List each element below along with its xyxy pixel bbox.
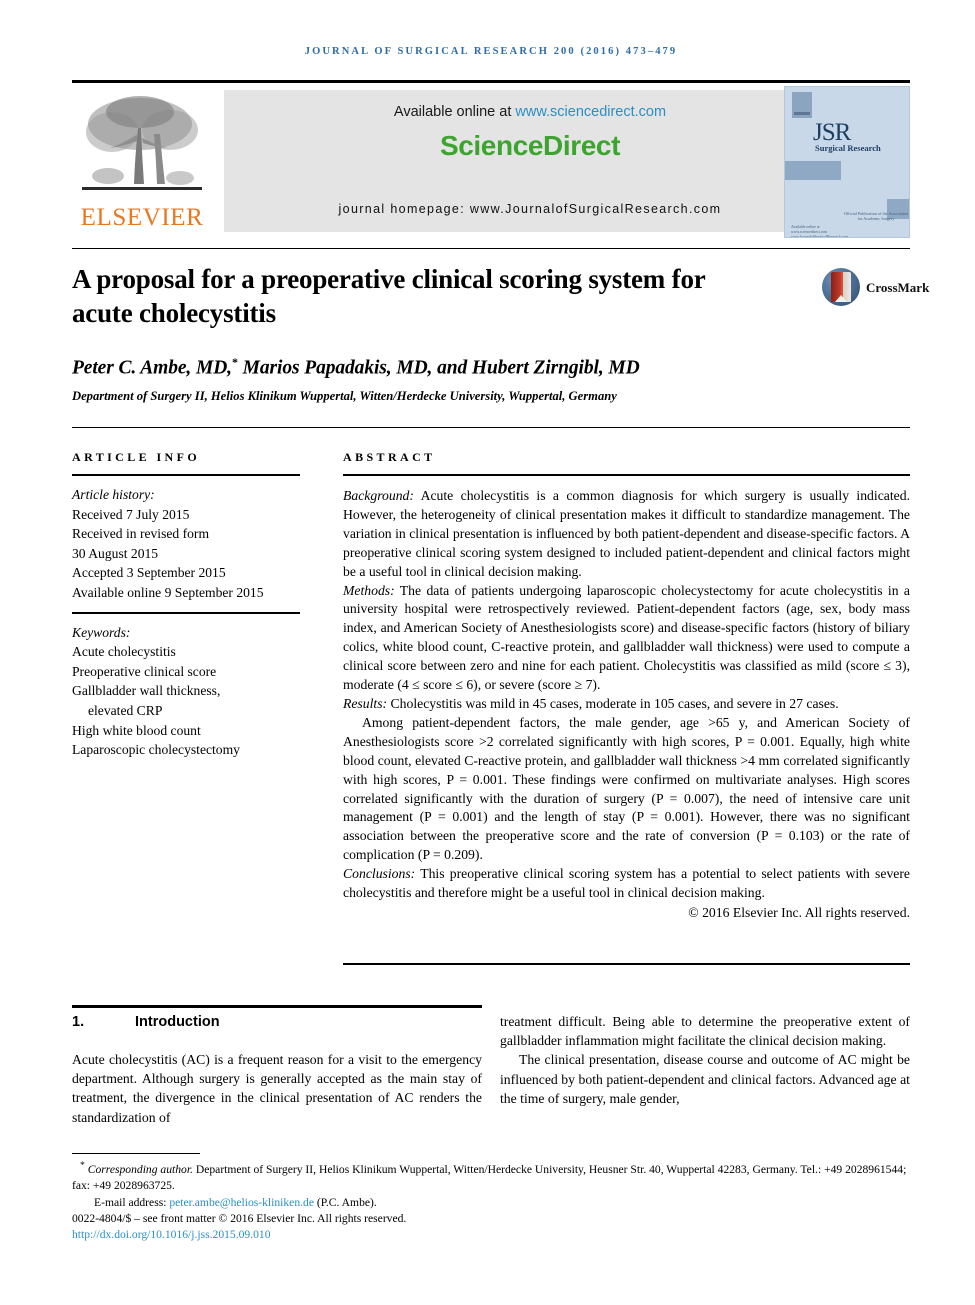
abstract-results-label: Results: — [343, 695, 388, 711]
elsevier-tree-icon — [82, 96, 202, 190]
crossmark-icon — [822, 268, 860, 306]
article-info-heading: ARTICLE INFO — [72, 450, 201, 464]
affiliation: Department of Surgery II, Helios Kliniku… — [72, 389, 617, 403]
abstract-conclusions: Conclusions: This preoperative clinical … — [343, 865, 910, 903]
footnote-marker: * — [80, 1160, 85, 1171]
elsevier-logo: ELSEVIER — [72, 86, 212, 238]
history-item: Accepted 3 September 2015 — [72, 565, 226, 581]
keywords-block: Keywords: Acute cholecystitis Preoperati… — [72, 623, 300, 760]
keyword-item: Preoperative clinical score — [72, 663, 217, 679]
email-suffix: (P.C. Ambe). — [313, 1195, 377, 1209]
history-item: 30 August 2015 — [72, 545, 159, 561]
abstract-methods-text: The data of patients undergoing laparosc… — [343, 582, 910, 693]
available-online-line: Available online at www.sciencedirect.co… — [224, 104, 836, 120]
keyword-item: High white blood count — [72, 722, 201, 738]
abstract-background-label: Background: — [343, 488, 414, 503]
abstract-results-text: Cholecystitis was mild in 45 cases, mode… — [387, 695, 839, 711]
body-section-rule — [72, 1005, 482, 1008]
keyword-item: Gallbladder wall thickness, — [72, 683, 221, 699]
abstract-column: ABSTRACT Background: Acute cholecystitis… — [343, 450, 910, 923]
cover-footer-text-2: Available online at www.sciencedirect.co… — [791, 225, 849, 238]
cover-bar-left — [785, 161, 841, 180]
journal-cover-thumbnail: JSR Surgical Research Official Publicati… — [784, 86, 910, 238]
journal-homepage-line[interactable]: journal homepage: www.JournalofSurgicalR… — [224, 202, 836, 216]
masthead: ELSEVIER Available online at www.science… — [72, 86, 910, 238]
running-head: JOURNAL OF SURGICAL RESEARCH 200 (2016) … — [304, 46, 678, 57]
intro-paragraph-left: Acute cholecystitis (AC) is a frequent r… — [72, 1052, 482, 1125]
page-title: A proposal for a preoperative clinical s… — [72, 264, 706, 328]
intro-paragraph-right-2: The clinical presentation, disease cours… — [500, 1052, 910, 1106]
author-rest: Marios Papadakis, MD, and Hubert Zirngib… — [237, 357, 640, 379]
info-rule — [72, 427, 910, 428]
doi-line: http://dx.doi.org/10.1016/j.jss.2015.09.… — [72, 1227, 910, 1243]
article-info-column: ARTICLE INFO Article history: Received 7… — [72, 450, 300, 760]
journal-article-page: JOURNAL OF SURGICAL RESEARCH 200 (2016) … — [0, 0, 975, 1305]
crossmark-badge[interactable]: CrossMark — [822, 268, 929, 308]
abstract-methods: Methods: The data of patients undergoing… — [343, 582, 910, 695]
sciencedirect-banner: Available online at www.sciencedirect.co… — [224, 90, 836, 232]
abstract-bottom-rule — [343, 963, 910, 965]
elsevier-wordmark: ELSEVIER — [80, 204, 204, 231]
doi-link[interactable]: http://dx.doi.org/10.1016/j.jss.2015.09.… — [72, 1228, 271, 1241]
sciencedirect-link[interactable]: www.sciencedirect.com — [515, 104, 666, 120]
email-link[interactable]: peter.ambe@helios-kliniken.de — [169, 1196, 314, 1209]
history-item: Available online 9 September 2015 — [72, 584, 264, 600]
history-item: Received in revised form — [72, 526, 210, 542]
email-label: E-mail address: — [94, 1195, 167, 1209]
cover-subtitle: Surgical Research — [815, 143, 881, 153]
keyword-item: Laparoscopic cholecystectomy — [72, 742, 240, 758]
crossmark-label: CrossMark — [866, 280, 930, 295]
keyword-item: elevated CRP — [88, 702, 163, 718]
header-rule — [72, 80, 910, 83]
abstract-background-text: Acute cholecystitis is a common diagnosi… — [343, 488, 910, 579]
section-title: Introduction — [135, 1014, 220, 1030]
body-column-right: treatment difficult. Being able to deter… — [500, 1012, 910, 1108]
abstract-results: Results: Cholecystitis was mild in 45 ca… — [343, 695, 910, 714]
corresponding-author-lead: Corresponding author. — [87, 1162, 193, 1176]
keyword-item: Acute cholecystitis — [72, 644, 176, 660]
abstract-copyright: © 2016 Elsevier Inc. All rights reserved… — [688, 904, 910, 920]
abstract-body: Background: Acute cholecystitis is a com… — [343, 487, 910, 923]
article-history-label: Article history: — [72, 487, 155, 502]
email-note: E-mail address: peter.ambe@helios-klinik… — [72, 1195, 910, 1211]
title-rule — [72, 248, 910, 249]
abstract-background: Background: Acute cholecystitis is a com… — [343, 487, 910, 582]
article-info-underline — [72, 474, 300, 476]
intro-paragraph-right-1: treatment difficult. Being able to deter… — [500, 1014, 910, 1049]
body-column-left: Acute cholecystitis (AC) is a frequent r… — [72, 1050, 482, 1127]
section-number: 1. — [72, 1014, 85, 1030]
sciencedirect-logo: ScienceDirect — [439, 130, 620, 161]
available-online-text: Available online at — [393, 104, 516, 120]
keywords-divider — [72, 611, 300, 614]
abstract-results-para2: Among patient-dependent factors, the mal… — [343, 714, 910, 863]
footnote-block: * Corresponding author. Department of Su… — [72, 1158, 910, 1244]
history-item: Received 7 July 2015 — [72, 506, 190, 522]
abstract-methods-label: Methods: — [343, 582, 395, 598]
article-history-block: Article history: Received 7 July 2015 Re… — [72, 485, 300, 603]
keywords-label: Keywords: — [72, 624, 131, 640]
abstract-underline — [343, 474, 910, 476]
crossmark-book-icon — [831, 272, 851, 302]
corresponding-author-note: * Corresponding author. Department of Su… — [72, 1158, 910, 1195]
issn-line: 0022-4804/$ – see front matter © 2016 El… — [72, 1212, 407, 1226]
footnote-rule — [72, 1153, 200, 1154]
abstract-heading: ABSTRACT — [343, 450, 436, 464]
cover-emblem-icon — [792, 92, 812, 118]
cover-footer-text: Official Publication of the Association … — [843, 211, 909, 222]
author-first: Peter C. Ambe, MD, — [72, 357, 232, 379]
corresponding-author-detail: Department of Surgery II, Helios Kliniku… — [72, 1162, 907, 1193]
author-list: Peter C. Ambe, MD,* Marios Papadakis, MD… — [72, 355, 910, 380]
abstract-conclusions-text: This preoperative clinical scoring syste… — [343, 866, 910, 901]
abstract-conclusions-label: Conclusions: — [343, 866, 416, 882]
